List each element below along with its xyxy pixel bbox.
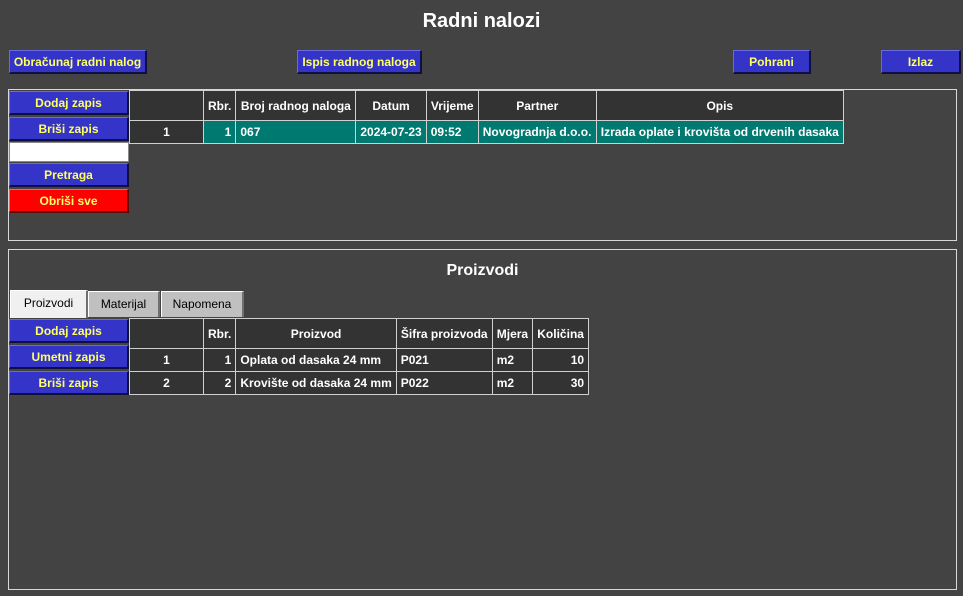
cell-mjera[interactable]: m2 (491, 371, 534, 395)
products-add-button[interactable]: Dodaj zapis (9, 319, 129, 343)
window-title: Radni nalozi (422, 10, 541, 32)
column-header-opis[interactable]: Opis (595, 90, 844, 121)
cell-kolicina[interactable]: 30 (532, 371, 590, 395)
column-header-mjera[interactable]: Mjera (491, 318, 534, 349)
tab-napomena[interactable]: Napomena (161, 291, 244, 317)
cell-rbr[interactable]: 2 (202, 371, 237, 395)
orders-add-button[interactable]: Dodaj zapis (9, 91, 129, 115)
cell-broj-naloga[interactable]: 067 (235, 120, 357, 144)
table-row[interactable]: 1 1 067 2024-07-23 09:52 Novogradnja d.o… (129, 120, 844, 144)
exit-button[interactable]: Izlaz (881, 50, 961, 74)
cell-mjera[interactable]: m2 (491, 348, 534, 372)
orders-search-button[interactable]: Pretraga (9, 163, 129, 187)
save-button[interactable]: Pohrani (733, 50, 811, 74)
products-title: Proizvodi (446, 262, 519, 279)
cell-rbr[interactable]: 1 (202, 120, 237, 144)
orders-search-input[interactable] (9, 142, 129, 162)
calculate-order-button[interactable]: Obračunaj radni nalog (9, 50, 147, 74)
cell-rbr[interactable]: 1 (202, 348, 237, 372)
products-delete-button[interactable]: Briši zapis (9, 371, 129, 395)
orders-table: Rbr. Broj radnog naloga Datum Vrijeme Pa… (129, 90, 844, 144)
orders-index-header (129, 90, 204, 121)
cell-proizvod[interactable]: Oplata od dasaka 24 mm (235, 348, 397, 372)
print-order-button[interactable]: Ispis radnog naloga (297, 50, 422, 74)
tab-proizvodi[interactable]: Proizvodi (10, 290, 88, 318)
cell-opis[interactable]: Izrada oplate i krovišta od drvenih dasa… (595, 120, 844, 144)
column-header-datum[interactable]: Datum (355, 90, 427, 121)
column-header-vrijeme[interactable]: Vrijeme (425, 90, 479, 121)
column-header-proizvod[interactable]: Proizvod (235, 318, 397, 349)
cell-datum[interactable]: 2024-07-23 (355, 120, 427, 144)
column-header-partner[interactable]: Partner (477, 90, 597, 121)
tab-materijal[interactable]: Materijal (88, 291, 160, 317)
row-index[interactable]: 1 (129, 120, 204, 144)
row-index[interactable]: 1 (129, 348, 204, 372)
products-index-header (129, 318, 204, 349)
orders-delete-button[interactable]: Briši zapis (9, 117, 129, 141)
products-table-header: Rbr. Proizvod Šifra proizvoda Mjera Koli… (129, 318, 590, 349)
cell-kolicina[interactable]: 10 (532, 348, 590, 372)
row-index[interactable]: 2 (129, 371, 204, 395)
cell-vrijeme[interactable]: 09:52 (425, 120, 479, 144)
table-row[interactable]: 1 1 Oplata od dasaka 24 mm P021 m2 10 (129, 348, 590, 372)
column-header-sifra[interactable]: Šifra proizvoda (395, 318, 493, 349)
orders-table-header: Rbr. Broj radnog naloga Datum Vrijeme Pa… (129, 90, 844, 121)
orders-clear-all-button[interactable]: Obriši sve (9, 189, 129, 213)
table-row[interactable]: 2 2 Krovište od dasaka 24 mm P022 m2 30 (129, 371, 590, 395)
products-insert-button[interactable]: Umetni zapis (9, 345, 129, 369)
column-header-rbr[interactable]: Rbr. (202, 318, 237, 349)
column-header-broj-naloga[interactable]: Broj radnog naloga (235, 90, 357, 121)
cell-sifra[interactable]: P022 (395, 371, 493, 395)
products-table: Rbr. Proizvod Šifra proizvoda Mjera Koli… (129, 318, 590, 395)
column-header-kolicina[interactable]: Količina (532, 318, 590, 349)
cell-partner[interactable]: Novogradnja d.o.o. (477, 120, 597, 144)
cell-proizvod[interactable]: Krovište od dasaka 24 mm (235, 371, 397, 395)
column-header-rbr[interactable]: Rbr. (202, 90, 237, 121)
cell-sifra[interactable]: P021 (395, 348, 493, 372)
